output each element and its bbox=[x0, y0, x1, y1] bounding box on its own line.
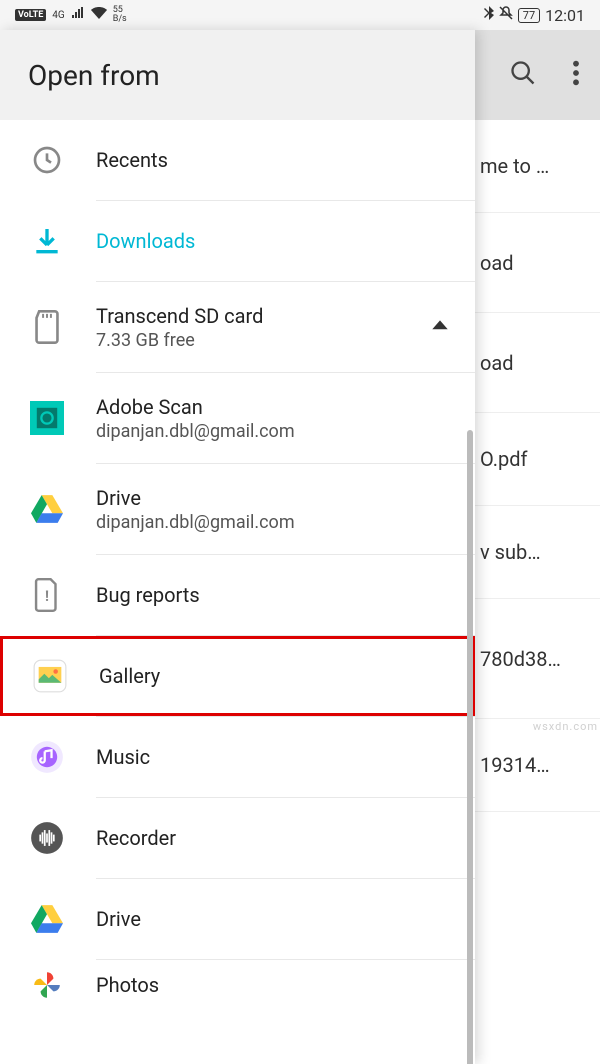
network-type: 4G bbox=[52, 10, 64, 21]
drawer-item-label: Downloads bbox=[96, 229, 455, 253]
signal-icon bbox=[71, 7, 85, 23]
overflow-menu-icon[interactable] bbox=[572, 59, 580, 91]
watermark: wsxdn.com bbox=[533, 720, 598, 733]
drawer-item-label: Drive bbox=[96, 907, 455, 931]
eject-icon[interactable] bbox=[425, 316, 455, 338]
drawer-item-sdcard[interactable]: Transcend SD card 7.33 GB free bbox=[0, 282, 475, 372]
music-icon bbox=[28, 738, 66, 776]
svg-text:!: ! bbox=[45, 587, 49, 605]
drawer-title: Open from bbox=[0, 30, 475, 120]
drawer-item-drive-account[interactable]: Drive dipanjan.dbl@gmail.com bbox=[0, 464, 475, 554]
search-icon[interactable] bbox=[509, 59, 537, 91]
drawer-list: Recents Downloads Transcend SD card 7.33… bbox=[0, 120, 475, 1064]
open-from-drawer: Open from Recents Downloads Transcend SD… bbox=[0, 30, 475, 1064]
drawer-item-label: Drive bbox=[96, 486, 455, 510]
drawer-item-sublabel: dipanjan.dbl@gmail.com bbox=[96, 512, 455, 533]
drawer-item-label: Transcend SD card bbox=[96, 304, 425, 328]
gallery-icon bbox=[31, 657, 69, 695]
bluetooth-icon bbox=[484, 6, 494, 24]
mute-icon bbox=[499, 6, 513, 24]
drawer-item-sublabel: 7.33 GB free bbox=[96, 330, 425, 351]
drawer-item-bugreports[interactable]: ! Bug reports bbox=[0, 555, 475, 635]
scrollbar[interactable] bbox=[467, 430, 473, 1064]
clock-icon bbox=[28, 141, 66, 179]
sd-card-icon bbox=[28, 308, 66, 346]
clock: 12:01 bbox=[545, 6, 585, 25]
volte-badge: VoLTE bbox=[15, 9, 46, 21]
battery-indicator: 77 bbox=[518, 8, 540, 23]
drawer-item-recorder[interactable]: Recorder bbox=[0, 798, 475, 878]
drawer-item-label: Photos bbox=[96, 973, 455, 997]
drawer-item-label: Bug reports bbox=[96, 583, 455, 607]
drawer-item-sublabel: dipanjan.dbl@gmail.com bbox=[96, 421, 455, 442]
google-drive-icon bbox=[28, 490, 66, 528]
network-speed: 55 B/s bbox=[113, 6, 127, 24]
drawer-item-music[interactable]: Music bbox=[0, 717, 475, 797]
drawer-item-adobescan[interactable]: Adobe Scan dipanjan.dbl@gmail.com bbox=[0, 373, 475, 463]
drawer-item-label: Gallery bbox=[99, 664, 452, 688]
google-drive-icon bbox=[28, 900, 66, 938]
drawer-item-downloads[interactable]: Downloads bbox=[0, 201, 475, 281]
google-photos-icon bbox=[28, 966, 66, 1004]
drawer-item-label: Adobe Scan bbox=[96, 395, 455, 419]
drawer-item-label: Recents bbox=[96, 148, 455, 172]
drawer-item-label: Music bbox=[96, 745, 455, 769]
drawer-item-gallery[interactable]: Gallery bbox=[0, 636, 475, 716]
download-icon bbox=[28, 222, 66, 260]
recorder-icon bbox=[28, 819, 66, 857]
adobe-scan-icon bbox=[28, 399, 66, 437]
bug-report-icon: ! bbox=[28, 576, 66, 614]
drawer-item-label: Recorder bbox=[96, 826, 455, 850]
drawer-item-photos[interactable]: Photos bbox=[0, 960, 475, 1010]
status-left: VoLTE 4G 55 B/s bbox=[15, 6, 127, 24]
drawer-item-recents[interactable]: Recents bbox=[0, 120, 475, 200]
status-bar: VoLTE 4G 55 B/s 77 12:01 bbox=[0, 0, 600, 30]
status-right: 77 12:01 bbox=[484, 6, 585, 25]
drawer-item-drive[interactable]: Drive bbox=[0, 879, 475, 959]
wifi-icon bbox=[91, 7, 107, 23]
